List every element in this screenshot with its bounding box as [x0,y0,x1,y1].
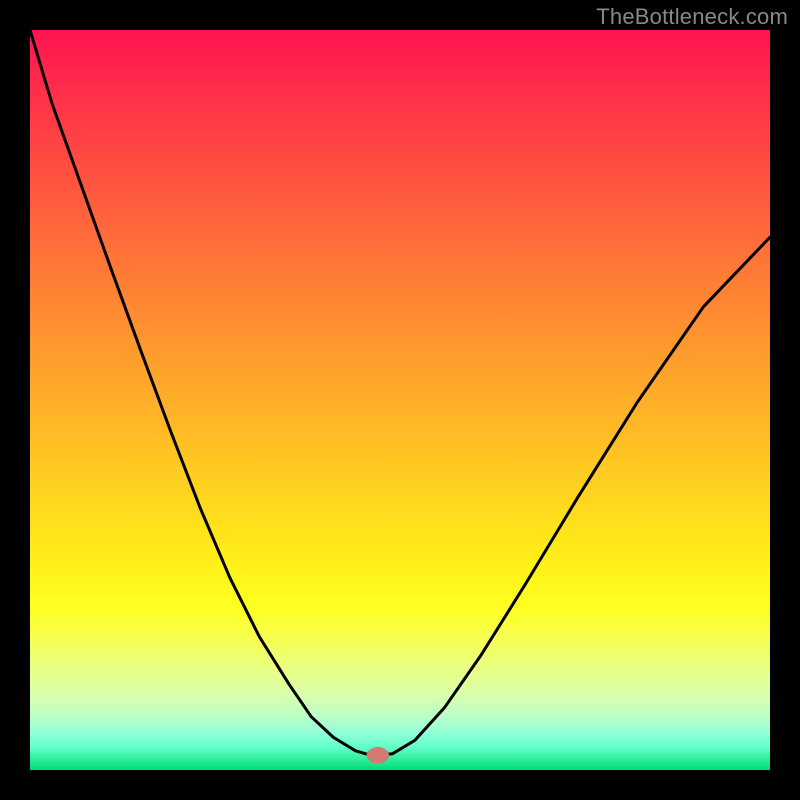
plot-area [30,30,770,770]
curve-svg [30,30,770,770]
minimum-marker [367,747,389,763]
chart-frame: TheBottleneck.com [0,0,800,800]
watermark-text: TheBottleneck.com [596,4,788,30]
bottleneck-curve [30,30,770,755]
